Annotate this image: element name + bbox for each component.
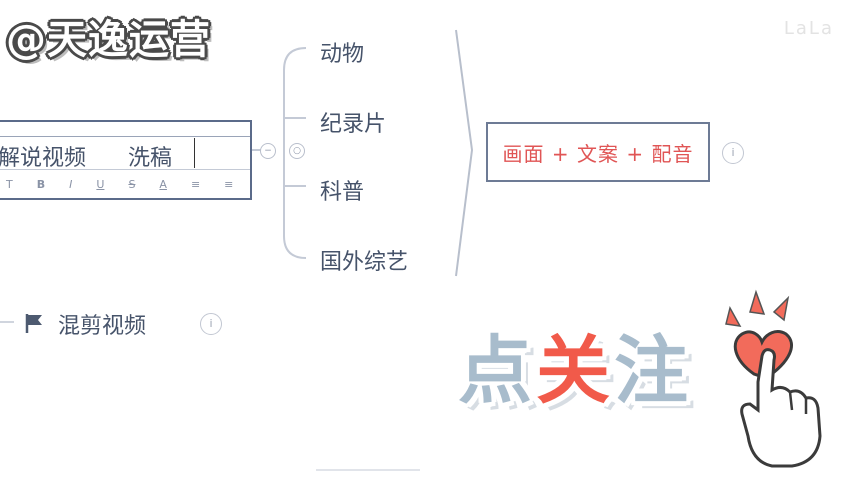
follow-sticker-text: 点 关 注 [458, 334, 688, 408]
editor-text-right: 洗稿 [128, 146, 173, 171]
text-caret [194, 138, 195, 168]
editor-text-left: 解说视频 [0, 146, 87, 171]
requirement-node[interactable]: 画面 + 文案 + 配音 [486, 122, 710, 182]
info-icon[interactable]: i [200, 313, 222, 335]
collapse-icon[interactable]: − [260, 143, 276, 159]
strikethrough-button[interactable]: S [128, 178, 135, 191]
bold-button[interactable]: B [37, 178, 45, 191]
follow-char: 关 [536, 328, 610, 414]
editing-node[interactable]: 解说视频 洗稿 T B I U S A ≡ ≡ [0, 120, 252, 200]
info-icon[interactable]: i [722, 142, 744, 164]
list-button[interactable]: ≡ [224, 178, 233, 191]
font-size-button[interactable]: T [6, 178, 13, 191]
follow-char: 注 [614, 328, 688, 414]
branch-item[interactable]: 科普 [320, 174, 364, 206]
underline-button[interactable]: U [96, 178, 104, 191]
branch-item[interactable]: 纪录片 [320, 106, 386, 138]
italic-button[interactable]: I [69, 178, 72, 191]
mix-video-label[interactable]: 混剪视频 [58, 308, 146, 340]
format-toolbar: T B I U S A ≡ ≡ [0, 169, 250, 198]
requirement-node-text: 画面 + 文案 + 配音 [502, 141, 694, 166]
branch-item[interactable]: 动物 [320, 36, 364, 68]
pointing-hand-icon [725, 289, 822, 468]
editor-top-strip [0, 122, 250, 137]
flag-icon [25, 314, 42, 333]
branch-item[interactable]: 国外综艺 [320, 244, 408, 276]
editor-text[interactable]: 解说视频 洗稿 [0, 140, 172, 172]
follow-sticker: 点 关 注 [444, 289, 824, 470]
align-button[interactable]: ≡ [191, 178, 200, 191]
follow-char: 点 [458, 328, 532, 414]
font-color-button[interactable]: A [159, 178, 167, 191]
collapse-icon[interactable]: ○ [289, 143, 305, 159]
